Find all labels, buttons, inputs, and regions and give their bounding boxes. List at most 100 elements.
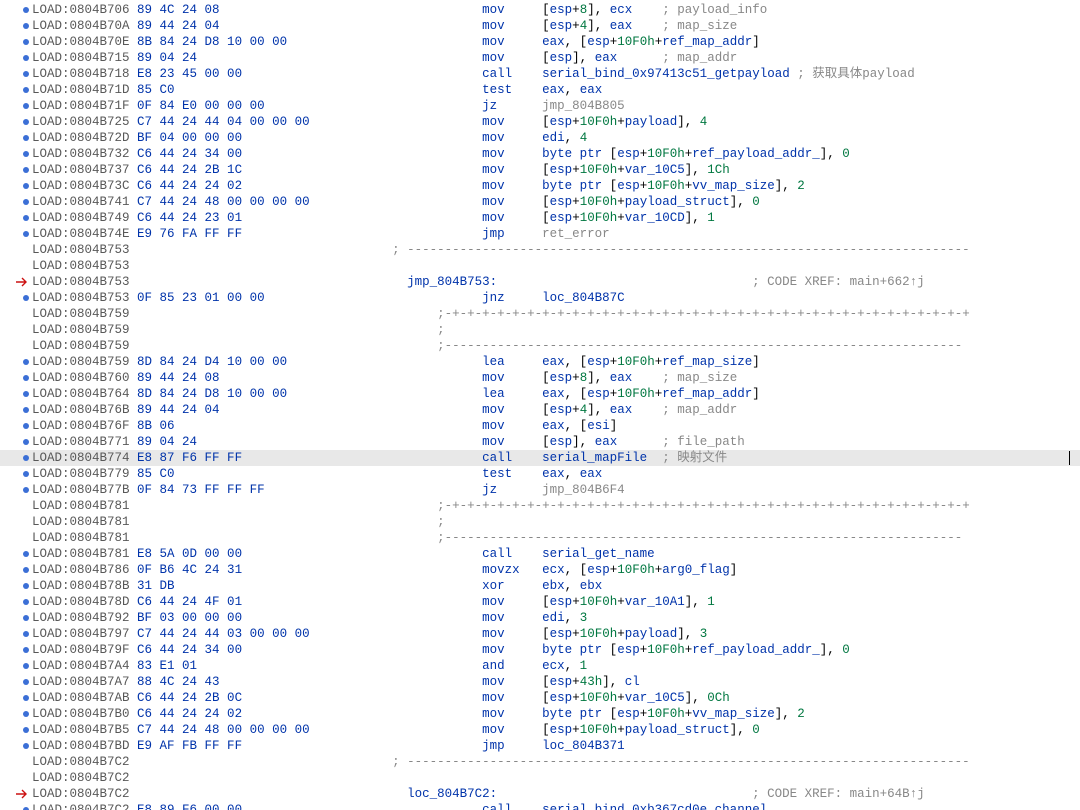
disasm-row[interactable]: LOAD:0804B7AB C6 44 24 2B 0C mov [esp+10… (0, 690, 1080, 706)
disasm-row[interactable]: LOAD:0804B715 89 04 24 mov [esp], eax ; … (0, 50, 1080, 66)
disasm-row[interactable]: LOAD:0804B78D C6 44 24 4F 01 mov [esp+10… (0, 594, 1080, 610)
instruction-dot-icon (22, 662, 30, 670)
disasm-row[interactable]: LOAD:0804B725 C7 44 24 44 04 00 00 00 mo… (0, 114, 1080, 130)
instruction-dot-icon (22, 486, 30, 494)
disasm-row[interactable]: LOAD:0804B759 ;-+-+-+-+-+-+-+-+-+-+-+-+-… (0, 306, 1080, 322)
hex-bytes: C6 44 24 23 01 (137, 210, 242, 226)
instruction-dot-icon (22, 54, 30, 62)
mnemonic: mov (482, 194, 505, 210)
disasm-row[interactable]: LOAD:0804B797 C7 44 24 44 03 00 00 00 mo… (0, 626, 1080, 642)
disasm-row[interactable]: LOAD:0804B7B5 C7 44 24 48 00 00 00 00 mo… (0, 722, 1080, 738)
disasm-row[interactable]: LOAD:0804B753 (0, 258, 1080, 274)
disasm-row[interactable]: LOAD:0804B760 89 44 24 08 mov [esp+8], e… (0, 370, 1080, 386)
register: ecx (542, 562, 565, 578)
disasm-row[interactable]: LOAD:0804B73C C6 44 24 24 02 mov byte pt… (0, 178, 1080, 194)
disasm-row[interactable]: LOAD:0804B706 89 4C 24 08 mov [esp+8], e… (0, 2, 1080, 18)
symbol: serial_mapFile (542, 450, 647, 466)
disasm-row[interactable]: LOAD:0804B7C2 ; ------------------------… (0, 754, 1080, 770)
gutter (0, 690, 32, 706)
disasm-row[interactable]: LOAD:0804B7B0 C6 44 24 24 02 mov byte pt… (0, 706, 1080, 722)
instruction-dot-icon (22, 646, 30, 654)
disasm-row[interactable]: LOAD:0804B753 jmp_804B753: ; CODE XREF: … (0, 274, 1080, 290)
immediate: 10F0h (580, 722, 618, 738)
gutter (0, 658, 32, 674)
disasm-row[interactable]: LOAD:0804B786 0F B6 4C 24 31 movzx ecx, … (0, 562, 1080, 578)
hex-bytes: C6 44 24 24 02 (137, 178, 242, 194)
disasm-row[interactable]: LOAD:0804B7BD E9 AF FB FF FF jmp loc_804… (0, 738, 1080, 754)
address: LOAD:0804B70E (32, 34, 130, 50)
disasm-row[interactable]: LOAD:0804B76F 8B 06 mov eax, [esi] (0, 418, 1080, 434)
disasm-row[interactable]: LOAD:0804B781 ;-------------------------… (0, 530, 1080, 546)
xref-comment: ; CODE XREF: main+64B↑j (752, 786, 925, 802)
disasm-row[interactable]: LOAD:0804B718 E8 23 45 00 00 call serial… (0, 66, 1080, 82)
disasm-row[interactable]: LOAD:0804B781 E8 5A 0D 00 00 call serial… (0, 546, 1080, 562)
mnemonic: movzx (482, 562, 520, 578)
instruction-dot-icon (22, 550, 30, 558)
disasm-row[interactable]: LOAD:0804B7A4 83 E1 01 and ecx, 1 (0, 658, 1080, 674)
disasm-row[interactable]: LOAD:0804B71F 0F 84 E0 00 00 00 jz jmp_8… (0, 98, 1080, 114)
instruction-dot-icon (22, 38, 30, 46)
disasm-row[interactable]: LOAD:0804B759 8D 84 24 D4 10 00 00 lea e… (0, 354, 1080, 370)
mnemonic: mov (482, 674, 505, 690)
disasm-row[interactable]: LOAD:0804B764 8D 84 24 D8 10 00 00 lea e… (0, 386, 1080, 402)
disasm-row[interactable]: LOAD:0804B77B 0F 84 73 FF FF FF jz jmp_8… (0, 482, 1080, 498)
disasm-row[interactable]: LOAD:0804B7A7 88 4C 24 43 mov [esp+43h],… (0, 674, 1080, 690)
mnemonic: lea (482, 354, 505, 370)
instruction-dot-icon (22, 710, 30, 718)
disasm-row[interactable]: LOAD:0804B741 C7 44 24 48 00 00 00 00 mo… (0, 194, 1080, 210)
register: byte ptr (542, 706, 602, 722)
disasm-row[interactable]: LOAD:0804B76B 89 44 24 04 mov [esp+4], e… (0, 402, 1080, 418)
disasm-row[interactable]: LOAD:0804B72D BF 04 00 00 00 mov edi, 4 (0, 130, 1080, 146)
disasm-row[interactable]: LOAD:0804B7C2 loc_804B7C2: ; CODE XREF: … (0, 786, 1080, 802)
hex-bytes: 83 E1 01 (137, 658, 197, 674)
disasm-row[interactable]: LOAD:0804B70A 89 44 24 04 mov [esp+4], e… (0, 18, 1080, 34)
disasm-row[interactable]: LOAD:0804B7C2 (0, 770, 1080, 786)
disasm-row[interactable]: LOAD:0804B71D 85 C0 test eax, eax (0, 82, 1080, 98)
disasm-row[interactable]: LOAD:0804B737 C6 44 24 2B 1C mov [esp+10… (0, 162, 1080, 178)
separator-comment: ; (437, 514, 445, 530)
disasm-row[interactable]: LOAD:0804B792 BF 03 00 00 00 mov edi, 3 (0, 610, 1080, 626)
register: esp (617, 178, 640, 194)
mnemonic: jz (482, 98, 497, 114)
disasm-row[interactable]: LOAD:0804B781 ; (0, 514, 1080, 530)
instruction-dot-icon (22, 726, 30, 734)
register: cl (625, 674, 640, 690)
disasm-row[interactable]: LOAD:0804B771 89 04 24 mov [esp], eax ; … (0, 434, 1080, 450)
disasm-row[interactable]: LOAD:0804B7C2 E8 89 F6 00 00 call serial… (0, 802, 1080, 810)
mnemonic: call (482, 66, 512, 82)
address: LOAD:0804B71D (32, 82, 130, 98)
disasm-row[interactable]: LOAD:0804B749 C6 44 24 23 01 mov [esp+10… (0, 210, 1080, 226)
address: LOAD:0804B7AB (32, 690, 130, 706)
symbol: loc_804B87C (542, 290, 625, 306)
disasm-row[interactable]: LOAD:0804B753 ; ------------------------… (0, 242, 1080, 258)
address: LOAD:0804B781 (32, 530, 130, 546)
symbol: var_10C5 (625, 690, 685, 706)
symbol: vv_map_size (692, 178, 775, 194)
address: LOAD:0804B73C (32, 178, 130, 194)
disasm-row[interactable]: LOAD:0804B78B 31 DB xor ebx, ebx (0, 578, 1080, 594)
disasm-row[interactable]: LOAD:0804B759 ;-------------------------… (0, 338, 1080, 354)
gutter (0, 50, 32, 66)
disasm-row[interactable]: LOAD:0804B779 85 C0 test eax, eax (0, 466, 1080, 482)
disasm-row[interactable]: LOAD:0804B781 ;-+-+-+-+-+-+-+-+-+-+-+-+-… (0, 498, 1080, 514)
immediate: 3 (700, 626, 708, 642)
register: ebx (542, 578, 565, 594)
disassembly-listing[interactable]: LOAD:0804B706 89 4C 24 08 mov [esp+8], e… (0, 0, 1080, 810)
disasm-row[interactable]: LOAD:0804B774 E8 87 F6 FF FF call serial… (0, 450, 1080, 466)
disasm-row[interactable]: LOAD:0804B74E E9 76 FA FF FF jmp ret_err… (0, 226, 1080, 242)
mnemonic: mov (482, 2, 505, 18)
comment: ; file_path (617, 434, 745, 450)
gutter (0, 194, 32, 210)
register: esp (550, 594, 573, 610)
disasm-row[interactable]: LOAD:0804B732 C6 44 24 34 00 mov byte pt… (0, 146, 1080, 162)
disasm-row[interactable]: LOAD:0804B753 0F 85 23 01 00 00 jnz loc_… (0, 290, 1080, 306)
disasm-row[interactable]: LOAD:0804B70E 8B 84 24 D8 10 00 00 mov e… (0, 34, 1080, 50)
instruction-dot-icon (22, 166, 30, 174)
register: byte ptr (542, 146, 602, 162)
gutter (0, 114, 32, 130)
mnemonic: lea (482, 386, 505, 402)
register: eax (610, 370, 633, 386)
disasm-row[interactable]: LOAD:0804B79F C6 44 24 34 00 mov byte pt… (0, 642, 1080, 658)
instruction-dot-icon (22, 6, 30, 14)
disasm-row[interactable]: LOAD:0804B759 ; (0, 322, 1080, 338)
